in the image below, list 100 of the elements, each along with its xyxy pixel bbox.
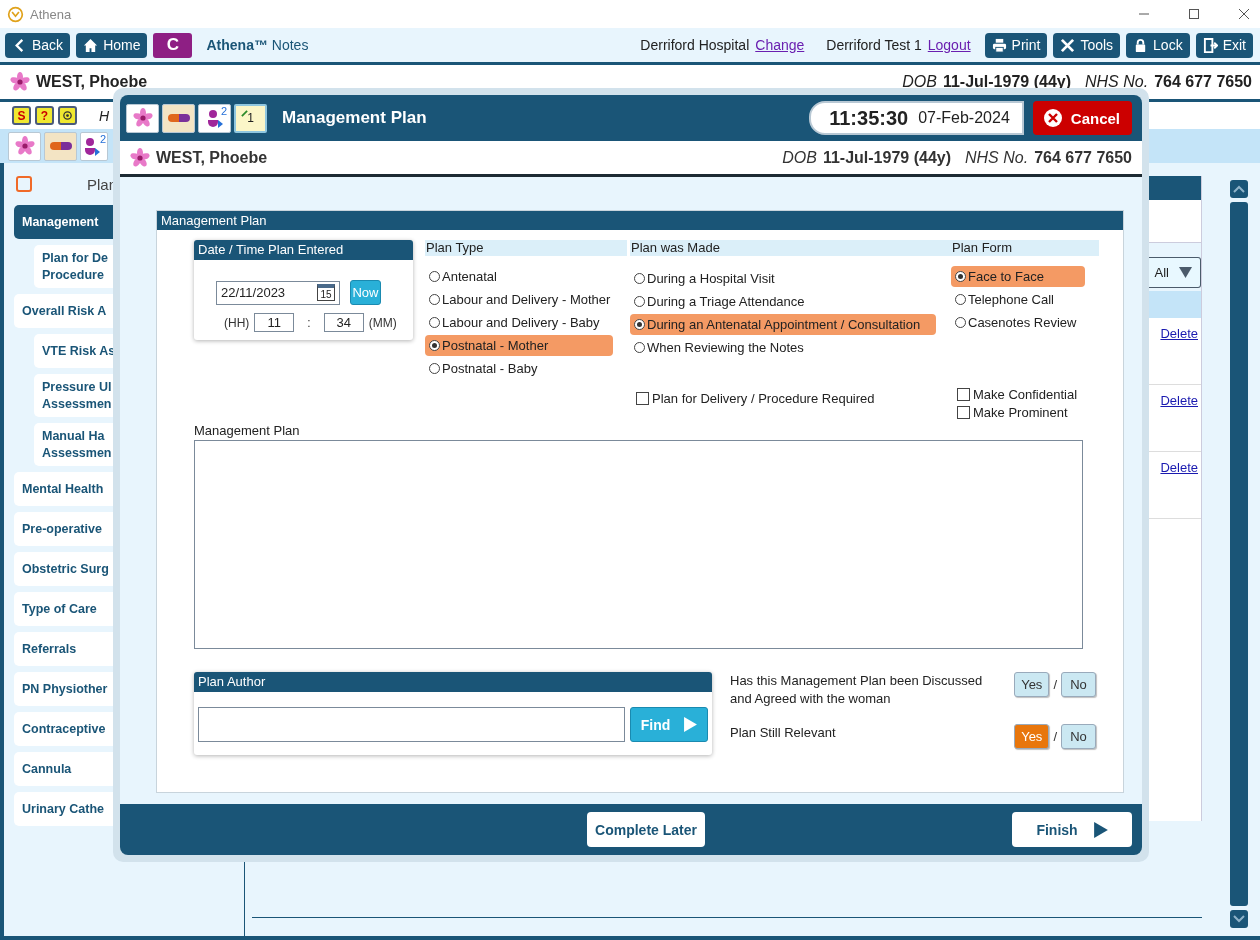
delete-link[interactable]: Delete bbox=[1160, 326, 1198, 384]
sidebar-item[interactable]: Management bbox=[14, 205, 113, 239]
delete-link[interactable]: Delete bbox=[1160, 460, 1198, 518]
lock-button[interactable]: Lock bbox=[1126, 32, 1190, 58]
scrollbar-thumb[interactable] bbox=[1230, 202, 1248, 906]
sidebar-item[interactable]: Urinary Cathe bbox=[14, 792, 113, 826]
home-button[interactable]: Home bbox=[76, 32, 148, 58]
alert-text: H bbox=[99, 107, 110, 124]
checkbox-option[interactable]: Make Confidential bbox=[951, 386, 1099, 404]
sidebar-item[interactable]: Mental Health bbox=[14, 472, 113, 506]
minutes-label: (MM) bbox=[368, 315, 397, 330]
checkbox-option[interactable]: Plan for Delivery / Procedure Required bbox=[630, 386, 951, 411]
sidebar-item[interactable]: Overall Risk A bbox=[14, 294, 113, 328]
cancel-button[interactable]: Cancel bbox=[1032, 101, 1132, 135]
radio-icon bbox=[429, 271, 440, 282]
radio-option[interactable]: Face to Face bbox=[951, 266, 1085, 287]
app-logo-icon bbox=[7, 5, 24, 23]
back-button[interactable]: Back bbox=[5, 32, 71, 58]
checkbox[interactable] bbox=[957, 405, 970, 419]
answer-toggle[interactable]: No bbox=[1061, 672, 1096, 697]
filter-dropdown[interactable]: All bbox=[1149, 257, 1201, 288]
help-icon[interactable]: ? bbox=[35, 106, 54, 125]
flower-icon bbox=[13, 136, 36, 156]
home-icon bbox=[83, 37, 99, 53]
change-link[interactable]: Change bbox=[755, 37, 805, 53]
chevron-up-icon bbox=[1233, 185, 1245, 193]
scroll-up-button[interactable] bbox=[1230, 180, 1248, 198]
checkbox[interactable] bbox=[957, 388, 970, 402]
radio-option[interactable]: Postnatal - Mother bbox=[425, 335, 613, 356]
radio-option[interactable]: Labour and Delivery - Baby bbox=[425, 312, 604, 333]
sidebar-item[interactable]: Pressure Ul Assessmen bbox=[34, 374, 113, 417]
pill-icon bbox=[166, 113, 191, 123]
sidebar-item[interactable]: Plan for De Procedure bbox=[34, 245, 113, 288]
flower-icon bbox=[130, 147, 150, 168]
flower-button[interactable] bbox=[126, 103, 159, 133]
dob-label: DOB bbox=[782, 148, 817, 167]
exit-button[interactable]: Exit bbox=[1195, 32, 1253, 58]
person-button[interactable]: 2 bbox=[198, 103, 231, 133]
sidebar-item[interactable]: Obstetric Surg bbox=[14, 552, 113, 586]
maximize-icon[interactable] bbox=[1188, 8, 1200, 20]
complete-later-button[interactable]: Complete Later bbox=[587, 812, 705, 847]
checkbox[interactable] bbox=[636, 392, 649, 405]
radio-option[interactable]: When Reviewing the Notes bbox=[630, 337, 808, 358]
radio-icon bbox=[429, 317, 440, 328]
radio-option[interactable]: Casenotes Review bbox=[951, 312, 1081, 333]
sidebar-item[interactable]: PN Physiother bbox=[14, 672, 113, 706]
pill-button[interactable] bbox=[162, 103, 195, 133]
answer-toggle[interactable]: Yes bbox=[1014, 672, 1050, 697]
date-field[interactable]: 22/11/2023 15 bbox=[216, 280, 340, 305]
logout-link[interactable]: Logout bbox=[927, 37, 971, 53]
person-arrow-icon bbox=[206, 108, 223, 128]
radio-icon bbox=[429, 340, 440, 351]
dob-label: DOB bbox=[902, 73, 937, 91]
flower-button[interactable] bbox=[8, 131, 41, 161]
time-separator: : bbox=[307, 315, 311, 330]
app-badge-button[interactable]: C bbox=[153, 32, 193, 58]
notes-button[interactable]: 1 bbox=[234, 103, 267, 133]
person-button[interactable]: 2 bbox=[80, 131, 108, 161]
dob-value: 11-Jul-1979 (44y) bbox=[822, 148, 951, 167]
hours-field[interactable]: 11 bbox=[254, 313, 295, 332]
radio-icon bbox=[634, 342, 645, 353]
radio-option[interactable]: Postnatal - Baby bbox=[425, 358, 542, 379]
tools-button[interactable]: Tools bbox=[1053, 32, 1121, 58]
radio-option[interactable]: During a Hospital Visit bbox=[630, 268, 779, 289]
radio-option[interactable]: During a Triage Attendance bbox=[630, 291, 809, 312]
sidebar-item[interactable]: Referrals bbox=[14, 632, 113, 666]
scroll-down-button[interactable] bbox=[1230, 910, 1248, 928]
flower-icon bbox=[131, 108, 154, 128]
table-header bbox=[1147, 176, 1201, 200]
print-button[interactable]: Print bbox=[984, 32, 1048, 58]
minutes-field[interactable]: 34 bbox=[323, 313, 364, 332]
pill-button[interactable] bbox=[44, 131, 77, 161]
slash-separator: / bbox=[1053, 677, 1057, 692]
alert-icon[interactable]: S bbox=[12, 106, 31, 125]
sidebar-item[interactable]: Cannula bbox=[14, 752, 113, 786]
window-title: Athena bbox=[30, 6, 72, 22]
delete-link[interactable]: Delete bbox=[1160, 393, 1198, 451]
calendar-icon[interactable]: 15 bbox=[317, 284, 335, 301]
answer-toggle[interactable]: No bbox=[1061, 724, 1096, 749]
radio-option[interactable]: Labour and Delivery - Mother bbox=[425, 289, 615, 310]
checkbox-option[interactable]: Make Prominent bbox=[951, 403, 1099, 421]
printer-icon bbox=[991, 37, 1007, 53]
tick-icon bbox=[241, 109, 248, 117]
close-icon bbox=[1042, 108, 1063, 128]
dialog-title: Management Plan bbox=[282, 108, 427, 128]
sidebar-item[interactable]: Type of Care bbox=[14, 592, 113, 626]
sidebar-item[interactable]: Manual Ha Assessmen bbox=[34, 423, 113, 466]
radio-option[interactable]: During an Antenatal Appointment / Consultation bbox=[630, 314, 936, 335]
sidebar-item[interactable]: Contraceptive bbox=[14, 712, 113, 746]
author-input-field[interactable] bbox=[198, 707, 625, 742]
sun-icon[interactable] bbox=[58, 106, 77, 125]
radio-option[interactable]: Telephone Call bbox=[951, 289, 1058, 310]
slash-separator: / bbox=[1053, 729, 1057, 744]
flower-icon bbox=[10, 72, 30, 92]
radio-option[interactable]: Antenatal bbox=[425, 266, 501, 287]
close-icon[interactable] bbox=[1238, 8, 1250, 20]
card-title: Date / Time Plan Entered bbox=[194, 240, 413, 260]
caret-icon bbox=[1179, 267, 1192, 278]
sidebar-item[interactable]: Pre-operative bbox=[14, 512, 113, 546]
finish-button[interactable]: Finish bbox=[1012, 812, 1132, 847]
